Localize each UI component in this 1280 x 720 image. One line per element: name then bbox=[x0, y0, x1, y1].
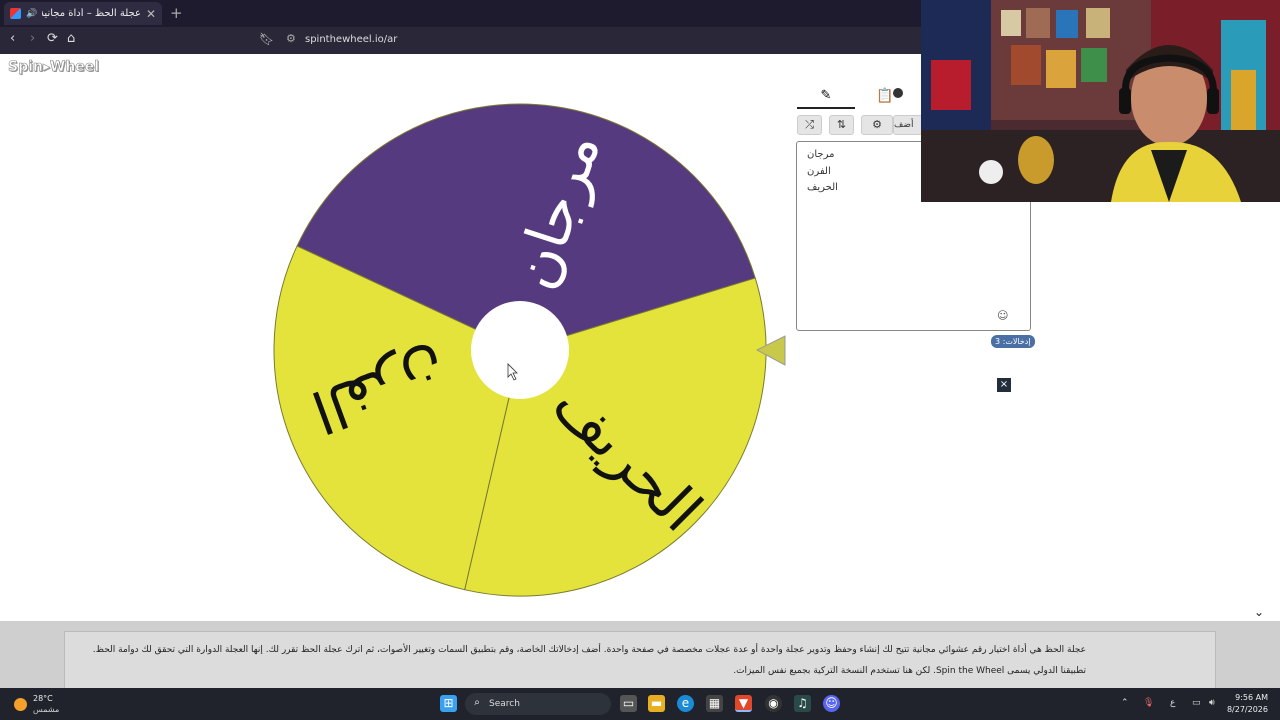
clock-date: 8/27/2026 bbox=[1226, 705, 1268, 714]
pencil-icon: ✎ bbox=[820, 88, 832, 103]
wheel-center-hole[interactable] bbox=[471, 301, 569, 399]
tab-results[interactable]: 📋 bbox=[876, 88, 893, 104]
taskbar-clock[interactable]: 9:56 AM 8/27/2026 bbox=[1224, 692, 1268, 716]
sort-button[interactable]: ⇅ bbox=[829, 115, 854, 135]
task-view-icon[interactable]: ▭ bbox=[620, 695, 637, 712]
chevron-up-icon[interactable]: ⌃ bbox=[1121, 698, 1129, 708]
add-button[interactable]: أضف bbox=[893, 115, 923, 135]
tab-edit[interactable]: ✎ bbox=[797, 88, 855, 109]
banner-line-1: عجلة الحظ هي أداة اختيار رقم عشوائي مجان… bbox=[92, 645, 1086, 655]
file-explorer-icon[interactable]: ▬ bbox=[648, 695, 665, 712]
brave-browser-icon[interactable]: ▼ bbox=[735, 695, 752, 712]
edge-browser-icon[interactable]: e bbox=[677, 695, 694, 712]
banner-line-2: تطبيقنا الدولي يسمى Spin the Wheel. لكن … bbox=[733, 666, 1086, 676]
volume-icon[interactable]: 🔊︎ bbox=[1209, 698, 1215, 708]
obs-icon[interactable]: ◉ bbox=[765, 695, 782, 712]
language-indicator[interactable]: ع bbox=[1170, 698, 1175, 708]
results-badge bbox=[893, 88, 903, 98]
weather-sun-icon[interactable] bbox=[14, 698, 27, 711]
shuffle-button[interactable]: ⤮ bbox=[797, 115, 822, 135]
emoji-icon[interactable]: ☺ bbox=[997, 309, 1008, 322]
settings-button[interactable]: ⚙ bbox=[861, 115, 893, 135]
clock-time: 9:56 AM bbox=[1235, 693, 1268, 702]
clipboard-icon: 📋 bbox=[876, 88, 894, 104]
windows-start-icon[interactable]: ⊞ bbox=[440, 695, 457, 712]
search-icon: ⌕ bbox=[474, 697, 480, 708]
discord-icon[interactable]: ☺ bbox=[823, 695, 840, 712]
taskbar bbox=[0, 688, 1280, 720]
taskbar-search[interactable]: Search bbox=[465, 693, 611, 715]
close-icon[interactable]: × bbox=[997, 378, 1011, 392]
microphone-icon[interactable]: 🎙︎ bbox=[1143, 698, 1154, 708]
network-icon[interactable]: ▭ bbox=[1192, 698, 1201, 708]
app-icon[interactable]: ♫ bbox=[794, 695, 811, 712]
info-banner: عجلة الحظ هي أداة اختيار رقم عشوائي مجان… bbox=[64, 631, 1216, 688]
chevron-down-icon[interactable]: ⌄ bbox=[1254, 605, 1264, 619]
weather-temp[interactable]: 28°C bbox=[33, 694, 53, 703]
weather-condition: مشمس bbox=[33, 705, 60, 714]
webcam-overlay bbox=[921, 0, 1280, 202]
entries-count-badge: إدخالات: 3 bbox=[991, 335, 1035, 348]
store-icon[interactable]: ▦ bbox=[706, 695, 723, 712]
